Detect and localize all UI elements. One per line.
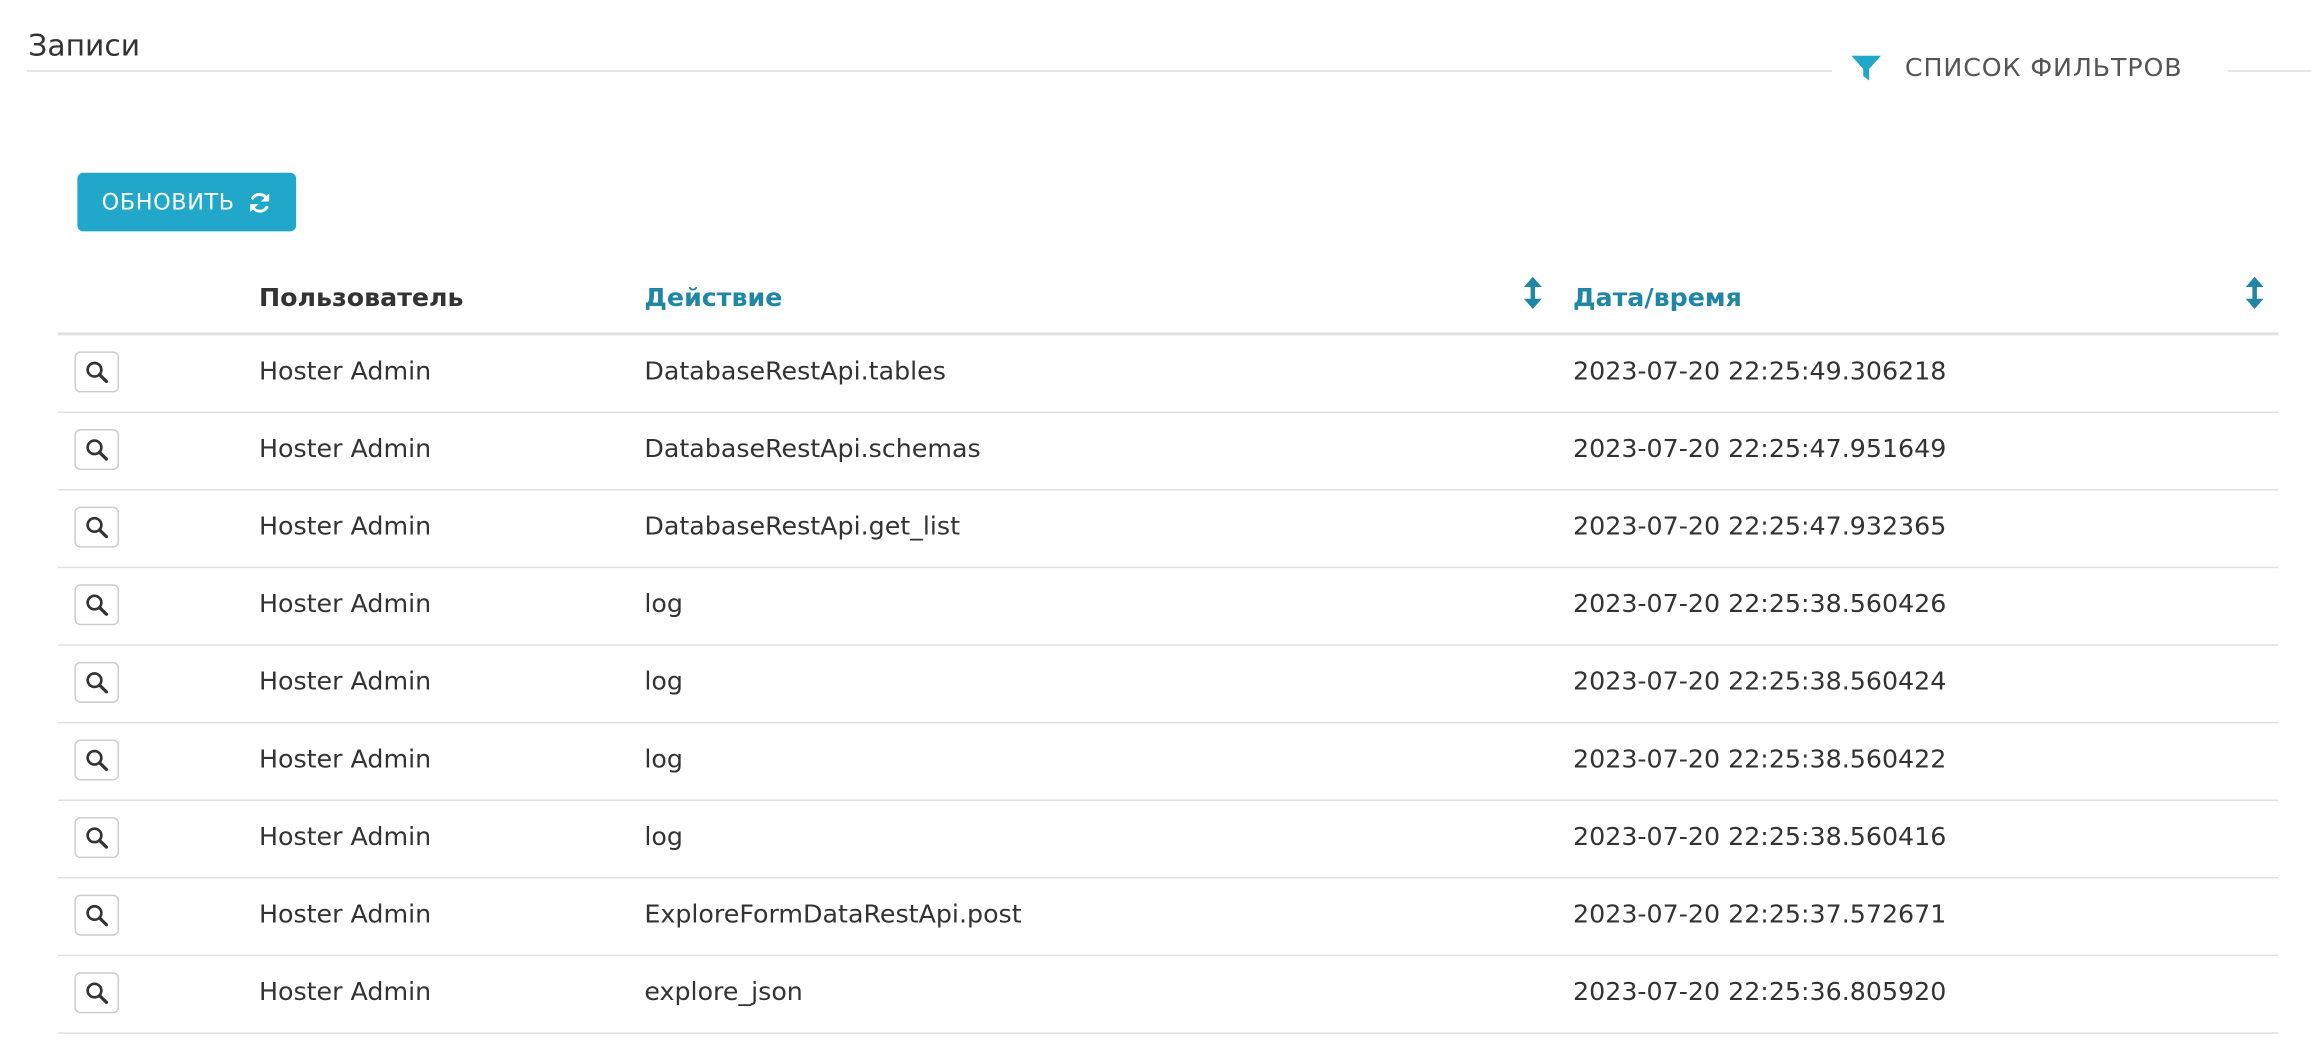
search-icon xyxy=(86,672,109,694)
view-record-button[interactable] xyxy=(74,661,120,703)
cell-datetime: 2023-07-20 22:25:47.932365 xyxy=(1573,512,1947,542)
cell-action: log xyxy=(644,590,683,620)
column-header-user: Пользователь xyxy=(258,284,464,314)
cell-action: DatabaseRestApi.schemas xyxy=(644,434,981,465)
cell-user: Hoster Admin xyxy=(258,512,432,542)
search-icon xyxy=(86,594,109,616)
search-icon xyxy=(86,361,109,384)
table-row: Hoster Admin DatabaseRestApi.schemas 202… xyxy=(58,413,2279,491)
search-icon xyxy=(86,516,109,539)
search-icon xyxy=(86,982,109,1004)
cell-user: Hoster Admin xyxy=(258,590,432,620)
records-page: Записи СПИСОК ФИЛЬТРОВ ОБНОВИТЬ Пользова… xyxy=(0,0,2311,1044)
cell-user: Hoster Admin xyxy=(258,745,432,775)
page-title: Записи xyxy=(28,27,141,63)
view-record-button[interactable] xyxy=(74,351,120,393)
view-record-button[interactable] xyxy=(74,817,120,859)
cell-datetime: 2023-07-20 22:25:38.560422 xyxy=(1573,745,1947,775)
view-record-button[interactable] xyxy=(74,584,120,626)
view-record-button[interactable] xyxy=(74,739,120,781)
cell-datetime: 2023-07-20 22:25:38.560416 xyxy=(1573,822,1947,853)
sort-icon[interactable] xyxy=(2244,276,2265,309)
column-header-datetime[interactable]: Дата/время xyxy=(1573,281,1742,316)
cell-action: DatabaseRestApi.tables xyxy=(644,357,946,387)
table-header: Пользователь Действие Дата/время xyxy=(58,264,2279,336)
table-row: Hoster Admin log 2023-07-20 22:25:38.560… xyxy=(58,801,2279,879)
search-icon xyxy=(86,439,109,461)
refresh-icon xyxy=(249,192,269,212)
table-row: Hoster Admin log 2023-07-20 22:25:38.560… xyxy=(58,568,2279,646)
records-table: Пользователь Действие Дата/время Hoster … xyxy=(58,264,2279,1034)
title-divider xyxy=(26,70,1832,72)
search-icon xyxy=(86,904,109,927)
cell-action: log xyxy=(644,667,683,698)
cell-user: Hoster Admin xyxy=(258,822,432,853)
search-icon xyxy=(86,749,109,772)
table-row: Hoster Admin log 2023-07-20 22:25:38.560… xyxy=(58,723,2279,801)
cell-datetime: 2023-07-20 22:25:37.572671 xyxy=(1573,900,1947,930)
cell-user: Hoster Admin xyxy=(258,900,432,930)
cell-datetime: 2023-07-20 22:25:36.805920 xyxy=(1573,978,1947,1008)
table-row: Hoster Admin log 2023-07-20 22:25:38.560… xyxy=(58,646,2279,724)
cell-user: Hoster Admin xyxy=(258,357,432,387)
cell-datetime: 2023-07-20 22:25:47.951649 xyxy=(1573,434,1947,465)
table-row: Hoster Admin explore_json 2023-07-20 22:… xyxy=(58,956,2279,1034)
column-header-action[interactable]: Действие xyxy=(644,281,782,316)
cell-datetime: 2023-07-20 22:25:49.306218 xyxy=(1573,357,1947,387)
view-record-button[interactable] xyxy=(74,506,120,548)
filter-list-label: СПИСОК ФИЛЬТРОВ xyxy=(1904,54,2183,84)
cell-action: explore_json xyxy=(644,978,803,1008)
view-record-button[interactable] xyxy=(74,894,120,936)
filter-icon xyxy=(1851,55,1882,81)
refresh-label: ОБНОВИТЬ xyxy=(101,188,235,216)
table-row: Hoster Admin DatabaseRestApi.get_list 20… xyxy=(58,491,2279,569)
sort-icon[interactable] xyxy=(1522,276,1543,309)
search-icon xyxy=(86,827,109,849)
table-row: Hoster Admin DatabaseRestApi.tables 2023… xyxy=(58,335,2279,413)
cell-user: Hoster Admin xyxy=(258,667,432,698)
cell-action: DatabaseRestApi.get_list xyxy=(644,512,961,542)
cell-datetime: 2023-07-20 22:25:38.560426 xyxy=(1573,590,1947,620)
cell-datetime: 2023-07-20 22:25:38.560424 xyxy=(1573,667,1947,698)
table-row: Hoster Admin ExploreFormDataRestApi.post… xyxy=(58,879,2279,957)
cell-user: Hoster Admin xyxy=(258,978,432,1008)
cell-action: log xyxy=(644,745,683,775)
filter-divider xyxy=(2227,70,2311,72)
filter-list-toggle[interactable]: СПИСОК ФИЛЬТРОВ xyxy=(1833,48,2200,89)
view-record-button[interactable] xyxy=(74,429,120,471)
cell-action: ExploreFormDataRestApi.post xyxy=(644,900,1022,930)
cell-action: log xyxy=(644,822,683,853)
cell-user: Hoster Admin xyxy=(258,434,432,465)
view-record-button[interactable] xyxy=(74,972,120,1014)
refresh-button[interactable]: ОБНОВИТЬ xyxy=(77,172,297,232)
